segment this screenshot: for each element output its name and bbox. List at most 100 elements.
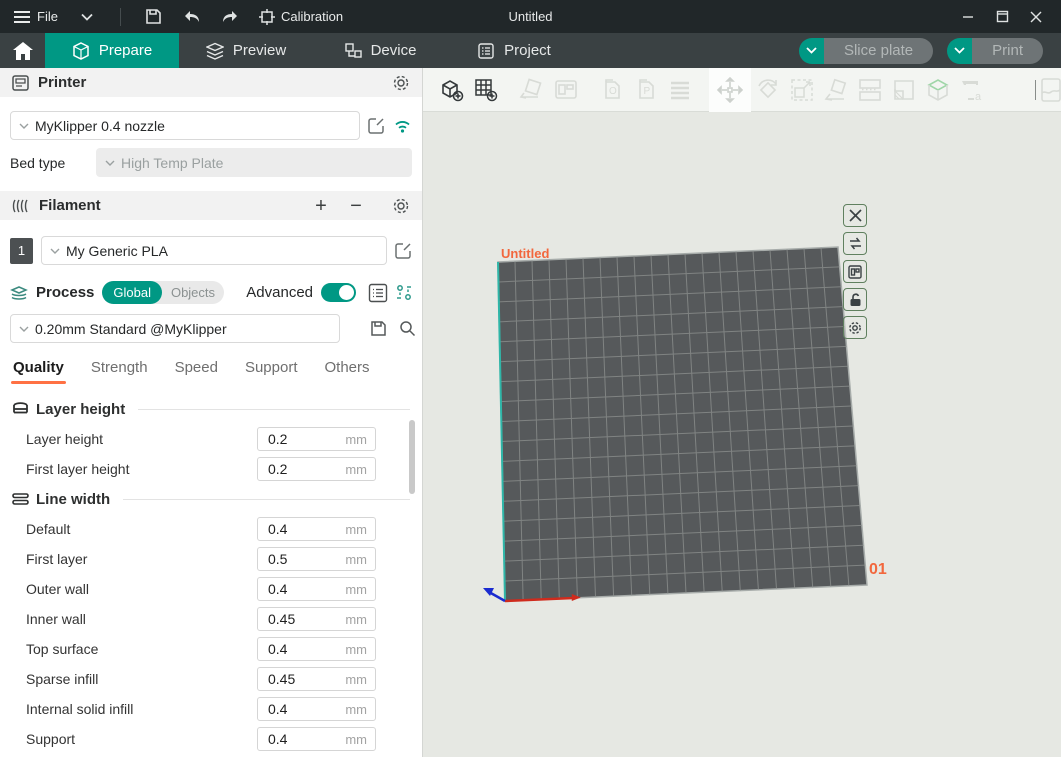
remove-filament-button[interactable]: − (343, 196, 369, 216)
advanced-label: Advanced (246, 284, 313, 301)
parameter-table-button[interactable] (368, 283, 388, 303)
param-input[interactable]: 0.45mm (257, 607, 376, 631)
param-label: Sparse infill (26, 671, 98, 687)
edit-filament-button[interactable] (395, 242, 412, 259)
sidebar-scrollbar[interactable] (409, 420, 415, 494)
tab-project[interactable]: Project (447, 33, 581, 68)
tab-prepare[interactable]: Prepare (45, 33, 179, 68)
param-unit: mm (345, 672, 375, 687)
tab-speed[interactable]: Speed (175, 359, 218, 384)
process-preset-select[interactable]: 0.20mm Standard @MyKlipper (10, 314, 340, 343)
file-menu-chevron[interactable] (72, 4, 102, 30)
tab-others[interactable]: Others (325, 359, 370, 384)
param-input[interactable]: 0.2mm (257, 427, 376, 451)
parameter-list: Layer height Layer height0.2mm First layer… (0, 384, 422, 754)
layers-button[interactable] (663, 73, 697, 107)
process-icon (10, 285, 28, 301)
printer-settings-button[interactable] (392, 74, 410, 92)
tab-device[interactable]: Device (313, 33, 447, 68)
param-label: Default (26, 521, 70, 537)
assembly-view-button[interactable] (921, 73, 955, 107)
viewport-3d[interactable]: O P (423, 68, 1061, 757)
chevron-down-icon (81, 13, 93, 21)
lock-plate-button[interactable] (843, 288, 867, 311)
paint-fill-tool-button[interactable] (887, 73, 921, 107)
redo-button[interactable] (215, 4, 245, 30)
minimize-icon (962, 11, 974, 23)
rotate-tool-button[interactable] (751, 73, 785, 107)
slice-options-button[interactable] (799, 38, 824, 64)
save-preset-button[interactable] (370, 320, 387, 337)
param-input[interactable]: 0.45mm (257, 667, 376, 691)
minimize-button[interactable] (951, 4, 985, 30)
close-button[interactable] (1019, 4, 1053, 30)
chevron-down-icon (954, 47, 965, 54)
advanced-toggle[interactable] (321, 283, 356, 302)
calibration-label: Calibration (281, 9, 343, 24)
tab-support[interactable]: Support (245, 359, 298, 384)
chevron-down-icon (19, 326, 29, 332)
edit-printer-button[interactable] (368, 117, 385, 134)
filament-settings-button[interactable] (392, 197, 410, 215)
undo-button[interactable] (177, 4, 207, 30)
tab-strength[interactable]: Strength (91, 359, 148, 384)
param-input[interactable]: 0.4mm (257, 517, 376, 541)
param-input[interactable]: 0.2mm (257, 457, 376, 481)
arrange-button[interactable] (549, 73, 583, 107)
maximize-button[interactable] (985, 4, 1019, 30)
auto-orient-button[interactable] (515, 73, 549, 107)
delete-plate-button[interactable] (843, 204, 867, 227)
variable-layer-height-button[interactable] (1035, 73, 1061, 107)
paste-button[interactable]: P (629, 73, 663, 107)
add-object-button[interactable] (435, 73, 469, 107)
param-value: 0.4 (258, 581, 287, 597)
process-section-title: Process (36, 284, 94, 301)
copy-button[interactable]: O (595, 73, 629, 107)
param-unit: mm (345, 612, 375, 627)
swap-plate-button[interactable] (843, 232, 867, 255)
param-input[interactable]: 0.4mm (257, 727, 376, 751)
split-tool-button[interactable] (853, 73, 887, 107)
plate-name-label: Untitled (501, 246, 549, 261)
slice-plate-button[interactable]: Slice plate (824, 38, 933, 64)
param-row: Layer height0.2mm (12, 424, 410, 454)
printer-preset-select[interactable]: MyKlipper 0.4 nozzle (10, 111, 360, 140)
file-menu[interactable]: File (8, 9, 64, 24)
param-input[interactable]: 0.4mm (257, 697, 376, 721)
printer-connection-icon[interactable] (393, 118, 412, 133)
param-input[interactable]: 0.5mm (257, 547, 376, 571)
print-options-button[interactable] (947, 38, 972, 64)
maximize-icon (996, 10, 1009, 23)
undo-icon (183, 10, 201, 24)
param-input[interactable]: 0.4mm (257, 637, 376, 661)
lay-flat-tool-button[interactable] (819, 73, 853, 107)
calibration-button[interactable]: Calibration (253, 9, 349, 25)
filament-preset-select[interactable]: My Generic PLA (41, 236, 387, 265)
settings-sidebar: Printer MyKlipper 0.4 nozzle Bed type (0, 68, 423, 757)
add-plate-button[interactable] (469, 73, 503, 107)
param-section-header: Layer height (12, 394, 410, 424)
param-label: Top surface (26, 641, 98, 657)
tab-quality[interactable]: Quality (13, 359, 64, 384)
param-section-title: Layer height (36, 401, 125, 418)
scale-tool-button[interactable] (785, 73, 819, 107)
search-settings-button[interactable] (399, 320, 416, 337)
home-button[interactable] (0, 33, 45, 68)
scope-global-button[interactable]: Global (102, 281, 162, 304)
chevron-down-icon (50, 248, 60, 254)
text-tool-button[interactable]: a (955, 73, 989, 107)
move-tool-button[interactable] (709, 68, 751, 112)
compare-presets-button[interactable] (396, 284, 412, 302)
param-input[interactable]: 0.4mm (257, 577, 376, 601)
save-button[interactable] (139, 4, 169, 30)
add-filament-button[interactable]: + (308, 196, 334, 216)
scope-objects-button[interactable]: Objects (162, 285, 224, 300)
arrange-plate-button[interactable] (843, 260, 867, 283)
param-label: First layer (26, 551, 87, 567)
print-button[interactable]: Print (972, 38, 1043, 64)
param-value: 0.4 (258, 641, 287, 657)
plate-settings-button[interactable] (843, 316, 867, 339)
bed-type-select[interactable]: High Temp Plate (96, 148, 412, 177)
build-plate-canvas[interactable]: Untitled 01 (423, 112, 1060, 757)
tab-preview[interactable]: Preview (179, 33, 313, 68)
